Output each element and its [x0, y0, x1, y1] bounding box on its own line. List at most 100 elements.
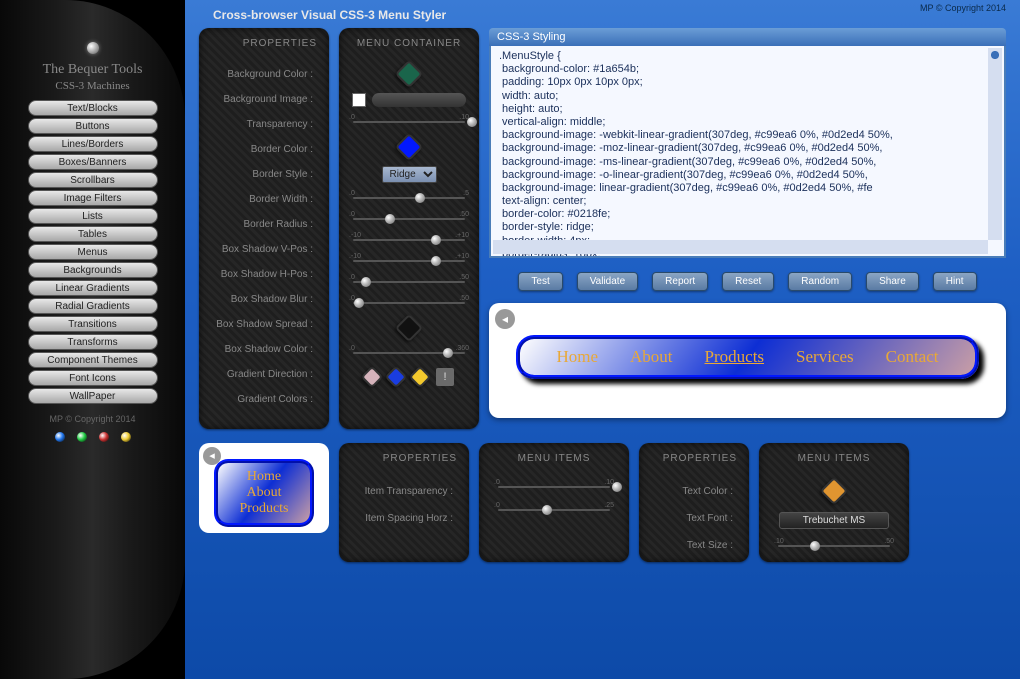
sidebar-title: The Bequer Tools: [0, 62, 185, 78]
sidebar-item-tables[interactable]: Tables: [28, 226, 158, 242]
menu-item-products[interactable]: Products: [705, 347, 765, 367]
hint-button[interactable]: Hint: [933, 272, 977, 291]
sidebar-item-linear-gradients[interactable]: Linear Gradients: [28, 280, 158, 296]
property-label: Border Radius :: [211, 219, 313, 230]
item-transparency-label: Item Transparency :: [351, 486, 453, 497]
menu-container-heading: MENU CONTAINER: [357, 38, 461, 49]
property-label: Box Shadow Spread :: [211, 319, 313, 330]
random-button[interactable]: Random: [788, 272, 852, 291]
border-color-swatch[interactable]: [395, 133, 423, 161]
text-ctrls-heading: MENU ITEMS: [798, 453, 871, 464]
sidebar-item-font-icons[interactable]: Font Icons: [28, 370, 158, 386]
panel-text-properties: PROPERTIES Text Color : Text Font : Text…: [639, 443, 749, 562]
bg-color-swatch[interactable]: [395, 60, 423, 88]
shadow-h-slider[interactable]: .-10.+10: [349, 255, 469, 267]
validate-button[interactable]: Validate: [577, 272, 638, 291]
shadow-blur-slider[interactable]: .0.50: [349, 276, 469, 288]
item-transparency-slider[interactable]: .0.10: [494, 481, 614, 493]
sidebar-item-scrollbars[interactable]: Scrollbars: [28, 172, 158, 188]
report-button[interactable]: Report: [652, 272, 708, 291]
gradient-add-button[interactable]: !: [436, 368, 454, 386]
gradient-direction-slider[interactable]: .0.360: [349, 347, 469, 359]
sidebar-led-icon: [87, 42, 99, 54]
main-area: MP © Copyright 2014 Cross-browser Visual…: [185, 0, 1020, 679]
sidebar-item-menus[interactable]: Menus: [28, 244, 158, 260]
sidebar-item-transforms[interactable]: Transforms: [28, 334, 158, 350]
vmenu-item-products[interactable]: Products: [218, 501, 310, 517]
sidebar-item-text-blocks[interactable]: Text/Blocks: [28, 100, 158, 116]
item-spacing-label: Item Spacing Horz :: [351, 513, 453, 524]
share-button[interactable]: Share: [866, 272, 919, 291]
menu-item-home[interactable]: Home: [556, 347, 598, 367]
bg-image-bar[interactable]: [372, 93, 466, 107]
vmenu-item-about[interactable]: About: [218, 485, 310, 501]
text-props-heading: PROPERTIES: [651, 453, 737, 464]
led-icon: [121, 432, 131, 442]
panel-menu-container: MENU CONTAINER .0.10 Ridge .0.5 .0.50 .-…: [339, 28, 479, 429]
vmenu-item-home[interactable]: Home: [218, 469, 310, 485]
transparency-slider[interactable]: .0.10: [349, 116, 469, 128]
property-label: Gradient Direction :: [211, 369, 313, 380]
property-label: Border Style :: [211, 169, 313, 180]
chevron-left-icon[interactable]: ◂: [495, 309, 515, 329]
preview-menu: Home About Products Services Contact: [516, 335, 979, 379]
test-button[interactable]: Test: [518, 272, 562, 291]
code-body[interactable]: .MenuStyle { background-color: #1a654b; …: [489, 46, 1006, 258]
led-icon: [55, 432, 65, 442]
text-size-label: Text Size :: [651, 540, 733, 551]
shadow-spread-slider[interactable]: .0.50: [349, 297, 469, 309]
property-label: Border Color :: [211, 144, 313, 155]
property-label: Box Shadow Blur :: [211, 294, 313, 305]
shadow-v-slider[interactable]: .-10.+10: [349, 234, 469, 246]
shadow-color-swatch[interactable]: [395, 314, 423, 342]
border-radius-slider[interactable]: .0.50: [349, 213, 469, 225]
sidebar: The Bequer Tools CSS-3 Machines Text/Blo…: [0, 0, 185, 679]
sidebar-item-lists[interactable]: Lists: [28, 208, 158, 224]
page-title: Cross-browser Visual CSS-3 Menu Styler: [213, 8, 1006, 22]
border-width-slider[interactable]: .0.5: [349, 192, 469, 204]
sidebar-item-component-themes[interactable]: Component Themes: [28, 352, 158, 368]
item-spacing-slider[interactable]: .0.25: [494, 504, 614, 516]
bg-image-preview[interactable]: [352, 93, 366, 107]
property-label: Gradient Colors :: [211, 394, 313, 405]
panel-text-controls: MENU ITEMS Trebuchet MS .10.50: [759, 443, 909, 562]
sidebar-item-transitions[interactable]: Transitions: [28, 316, 158, 332]
sidebar-item-wallpaper[interactable]: WallPaper: [28, 388, 158, 404]
gradient-color-swatch[interactable]: [361, 366, 384, 389]
code-heading: CSS-3 Styling: [489, 28, 1006, 46]
sidebar-item-backgrounds[interactable]: Backgrounds: [28, 262, 158, 278]
text-size-slider[interactable]: .10.50: [774, 540, 894, 552]
gradient-color-swatch[interactable]: [409, 366, 432, 389]
item-props-heading: PROPERTIES: [351, 453, 457, 464]
text-color-swatch[interactable]: [820, 477, 848, 505]
sidebar-item-buttons[interactable]: Buttons: [28, 118, 158, 134]
reset-button[interactable]: Reset: [722, 272, 774, 291]
property-label: Border Width :: [211, 194, 313, 205]
sidebar-subtitle: CSS-3 Machines: [0, 80, 185, 92]
property-label: Background Color :: [211, 69, 313, 80]
menu-item-about[interactable]: About: [630, 347, 673, 367]
sidebar-item-boxes-banners[interactable]: Boxes/Banners: [28, 154, 158, 170]
sidebar-item-lines-borders[interactable]: Lines/Borders: [28, 136, 158, 152]
scrollbar-horizontal[interactable]: [493, 240, 988, 254]
menu-item-services[interactable]: Services: [796, 347, 854, 367]
text-color-label: Text Color :: [651, 486, 733, 497]
scrollbar-vertical[interactable]: [988, 48, 1002, 240]
led-icon: [77, 432, 87, 442]
text-font-button[interactable]: Trebuchet MS: [779, 512, 889, 529]
chevron-left-icon[interactable]: ◂: [203, 447, 221, 465]
property-label: Box Shadow Color :: [211, 344, 313, 355]
properties-heading: PROPERTIES: [211, 38, 317, 49]
menu-preview: ◂ Home About Products Services Contact: [489, 303, 1006, 418]
vertical-menu-preview: ◂ HomeAboutProducts: [199, 443, 329, 533]
panel-item-properties: PROPERTIES Item Transparency : Item Spac…: [339, 443, 469, 562]
gradient-color-swatch[interactable]: [385, 366, 408, 389]
property-label: Box Shadow H-Pos :: [211, 269, 313, 280]
panel-properties-container: PROPERTIES Background Color : Background …: [199, 28, 329, 429]
property-label: Background Image :: [211, 94, 313, 105]
menu-item-contact[interactable]: Contact: [886, 347, 939, 367]
sidebar-item-image-filters[interactable]: Image Filters: [28, 190, 158, 206]
border-style-select[interactable]: Ridge: [382, 166, 437, 183]
sidebar-item-radial-gradients[interactable]: Radial Gradients: [28, 298, 158, 314]
item-ctrls-heading: MENU ITEMS: [518, 453, 591, 464]
